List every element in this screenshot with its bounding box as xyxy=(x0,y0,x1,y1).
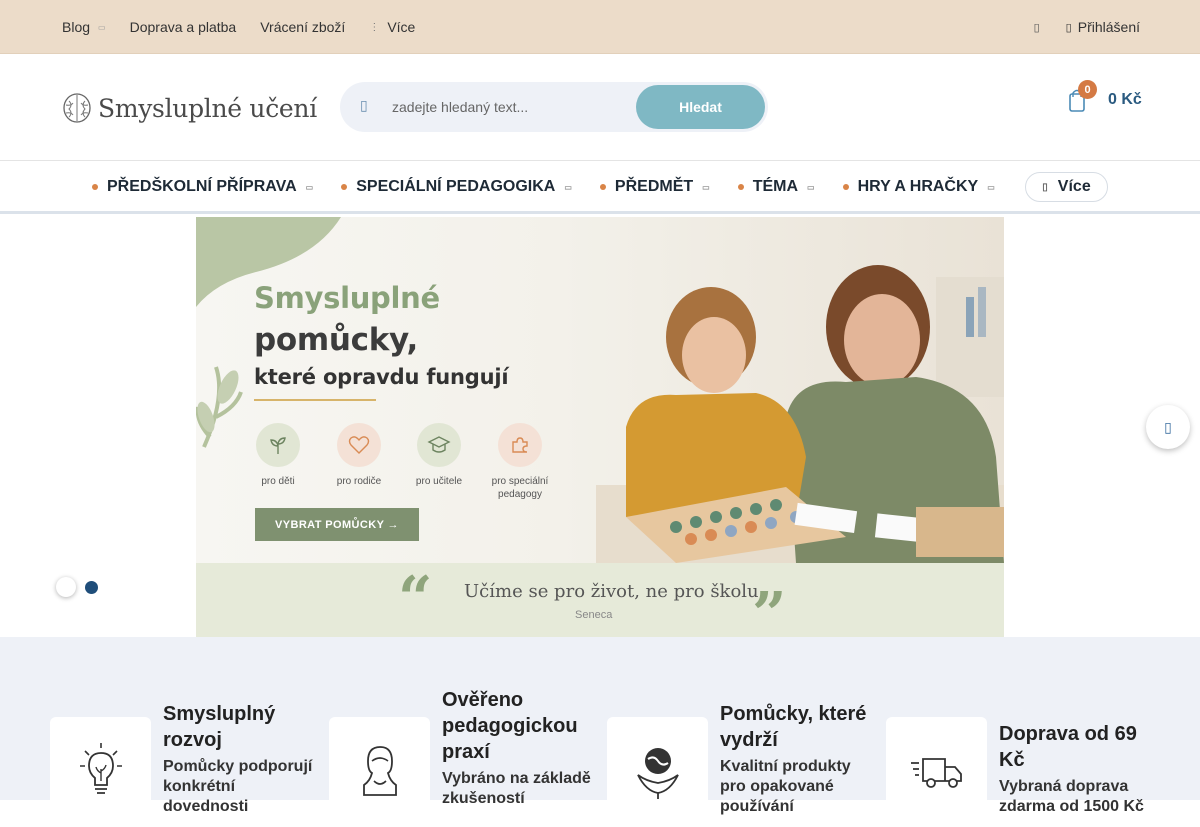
benefit-desc: Vybraná doprava zdarma od 1500 Kč xyxy=(999,778,1144,815)
user-icon: ▯ xyxy=(1065,21,1072,34)
globe-leaf-icon xyxy=(607,717,708,827)
teacher-icon xyxy=(329,717,430,827)
benefit-desc: Vybráno na základě zkušeností xyxy=(442,770,591,807)
chevron-down-icon: ▭ xyxy=(807,182,815,192)
hero-headline-3: které opravdu fungují xyxy=(254,365,509,389)
bullet-icon xyxy=(341,184,348,190)
chevron-down-icon: ▭ xyxy=(702,182,710,192)
chevron-right-icon: ▯ xyxy=(1164,418,1172,435)
logo-text: Smysluplné učení xyxy=(98,93,317,123)
main-nav: PŘEDŠKOLNÍ PŘÍPRAVA ▭ SPECIÁLNÍ PEDAGOGI… xyxy=(0,161,1200,214)
nav-item-label: HRY A HRAČKY xyxy=(857,178,979,195)
bullet-icon xyxy=(842,184,849,190)
truck-icon xyxy=(886,717,987,827)
hero-quote-author: Seneca xyxy=(575,609,613,621)
bullet-icon xyxy=(599,184,606,190)
top-link-label: Více xyxy=(387,19,416,35)
nav-item-topic[interactable]: TÉMA ▭ xyxy=(737,178,815,196)
benefit-title: Pomůcky, které vydrží xyxy=(720,703,867,751)
top-link-more[interactable]: ⋮ Více xyxy=(369,19,415,35)
benefits-section: Smysluplný rozvoj Pomůcky podporují konk… xyxy=(0,637,1200,827)
chevron-down-icon: ▭ xyxy=(564,182,572,192)
hero-quote: Učíme se pro život, ne pro školu. xyxy=(464,581,765,602)
search-input[interactable] xyxy=(392,95,622,119)
cart[interactable]: 0 0 Kč xyxy=(1068,80,1142,112)
more-icon: ⋮ xyxy=(369,21,380,33)
site-header: Smysluplné učení ▯ Hledat 0 0 Kč xyxy=(0,54,1200,161)
bullet-icon xyxy=(92,184,98,190)
hero-headline-2: pomůcky, xyxy=(254,322,419,358)
nav-item-label: PŘEDŠKOLNÍ PŘÍPRAVA xyxy=(107,178,297,195)
hero-headline-1: Smysluplné xyxy=(254,281,440,315)
heart-icon xyxy=(337,423,381,467)
cart-icon: 0 xyxy=(1068,80,1097,112)
chevron-down-icon: ▭ xyxy=(305,182,314,192)
nav-item-games-toys[interactable]: HRY A HRAČKY ▭ xyxy=(842,178,995,196)
hero-category-teachers[interactable]: pro učitele xyxy=(404,423,474,488)
slider-dot-2[interactable] xyxy=(85,580,98,594)
nav-item-special-pedagogy[interactable]: SPECIÁLNÍ PEDAGOGIKA ▭ xyxy=(341,178,572,196)
category-label: pro děti xyxy=(261,476,295,487)
choose-products-button[interactable]: VYBRAT POMŮCKY → xyxy=(255,508,419,541)
top-link-label: Blog xyxy=(62,19,91,35)
top-link-shipping[interactable]: Doprava a platba xyxy=(130,19,237,35)
top-link-blog[interactable]: Blog ▭ xyxy=(62,19,106,35)
slider-pagination xyxy=(56,577,107,597)
cart-count-badge: 0 xyxy=(1078,80,1097,99)
nav-item-preschool[interactable]: PŘEDŠKOLNÍ PŘÍPRAVA ▭ xyxy=(92,178,313,196)
cart-total: 0 Kč xyxy=(1108,91,1142,108)
top-link-label: Vrácení zboží xyxy=(260,19,346,35)
nav-item-label: TÉMA xyxy=(752,178,799,195)
top-link-label: Doprava a platba xyxy=(129,19,237,35)
search-button[interactable]: Hledat xyxy=(636,85,765,129)
hero-category-special-pedagogues[interactable]: pro speciální pedagogy xyxy=(485,423,555,501)
nav-item-label: SPECIÁLNÍ PEDAGOGIKA xyxy=(356,178,556,195)
language-icon[interactable]: ▯ xyxy=(1034,21,1040,34)
login-link[interactable]: Přihlášení xyxy=(1078,19,1140,35)
category-label: pro speciální pedagogy xyxy=(491,476,549,500)
benefit-desc: Pomůcky podporují konkrétní dovednosti xyxy=(163,758,313,815)
hero-banner[interactable]: Smysluplné pomůcky, které opravdu funguj… xyxy=(196,217,1004,637)
category-label: pro rodiče xyxy=(336,476,382,487)
slider-next-button[interactable]: ▯ xyxy=(1146,405,1190,449)
chevron-down-icon: ▭ xyxy=(987,182,995,192)
quote-close-icon: ” xyxy=(752,580,787,637)
chevron-down-icon: ▭ xyxy=(98,22,106,32)
lightbulb-icon xyxy=(50,717,151,827)
benefit-title: Ověřeno pedagogickou praxí xyxy=(442,689,578,763)
benefit-title: Doprava od 69 Kč xyxy=(999,723,1137,771)
benefit-title: Smysluplný rozvoj xyxy=(163,703,276,751)
top-right: ▯ ▯ Přihlášení xyxy=(1034,0,1140,54)
headline-underline xyxy=(254,399,376,401)
top-links: Blog ▭ Doprava a platba Vrácení zboží ⋮ … xyxy=(62,0,439,54)
hero-category-parents[interactable]: pro rodiče xyxy=(324,423,394,488)
slider-dot-1[interactable] xyxy=(56,577,76,597)
nav-more-button[interactable]: ▯ Více xyxy=(1025,172,1108,202)
search-bar: ▯ Hledat xyxy=(340,82,768,132)
menu-icon: ▯ xyxy=(1042,181,1048,193)
site-logo[interactable]: Smysluplné učení xyxy=(62,92,317,124)
top-link-returns[interactable]: Vrácení zboží xyxy=(260,19,345,35)
search-icon: ▯ xyxy=(360,97,368,113)
sprout-icon xyxy=(256,423,300,467)
category-label: pro učitele xyxy=(415,476,463,487)
top-bar: Blog ▭ Doprava a platba Vrácení zboží ⋮ … xyxy=(0,0,1200,54)
bullet-icon xyxy=(737,184,744,190)
benefit-desc: Kvalitní produkty pro opakované používán… xyxy=(720,758,851,815)
nav-item-subject[interactable]: PŘEDMĚT ▭ xyxy=(599,178,710,196)
hero-category-kids[interactable]: pro děti xyxy=(243,423,313,488)
nav-item-label: PŘEDMĚT xyxy=(614,178,694,195)
graduation-cap-icon xyxy=(417,423,461,467)
quote-open-icon: “ xyxy=(398,564,433,634)
nav-more-label: Více xyxy=(1057,178,1091,195)
brain-logo-icon xyxy=(63,93,91,123)
puzzle-icon xyxy=(498,423,542,467)
